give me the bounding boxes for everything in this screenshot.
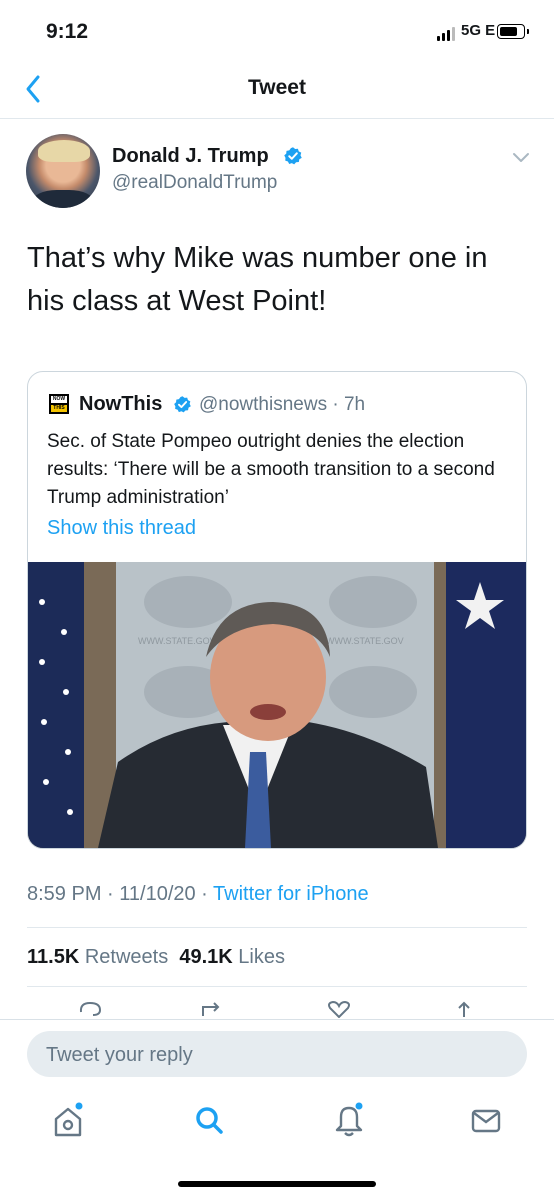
nav-divider [0,118,554,119]
messages-icon [471,1109,501,1133]
tab-home[interactable] [52,1102,84,1138]
battery-icon [497,24,529,39]
chevron-down-icon[interactable] [511,151,531,165]
tweet-meta: 8:59 PM · 11/10/20 · Twitter for iPhone [27,883,369,906]
quoted-tweet-card[interactable]: NOW THIS NowThis @nowthisnews · 7h Sec. … [27,371,527,849]
backdrop-text: WWW.STATE.GOV [326,636,404,646]
nowthis-logo: NOW THIS [49,394,69,414]
reply-composer[interactable] [27,1031,527,1079]
author-name[interactable]: Donald J. Trump [112,145,269,168]
tweet-text: That’s why Mike was number one in his cl… [27,242,488,317]
cellular-signal-icon [437,27,457,41]
notifications-icon [335,1102,363,1137]
quoted-media-image[interactable]: WWW.STATE.GOV WWW.STATE.GOV [28,562,526,848]
meta-divider [27,927,527,928]
home-indicator [178,1181,376,1187]
reply-input[interactable] [44,1031,508,1079]
press-briefing-photo: WWW.STATE.GOV WWW.STATE.GOV [28,562,526,848]
show-thread-link[interactable]: Show this thread [47,517,196,540]
retweets-label[interactable]: Retweets [85,946,168,968]
network-type: 5G E [461,22,496,39]
verified-badge-icon [284,147,302,165]
tab-notifications[interactable] [333,1102,365,1138]
tab-search[interactable] [193,1102,225,1138]
likes-count[interactable]: 49.1K [179,946,232,968]
retweets-count[interactable]: 11.5K [27,946,79,968]
backdrop-text: WWW.STATE.GOV [138,636,216,646]
reply-icon[interactable] [77,1000,103,1018]
quoted-tweet-text: Sec. of State Pompeo outright denies the… [47,431,495,508]
quoted-handle-time: @nowthisnews · 7h [199,394,366,415]
tweet-timestamp: 8:59 PM · 11/10/20 · [27,883,214,905]
search-icon [196,1107,223,1134]
page-title: Tweet [248,76,306,99]
author-handle[interactable]: @realDonaldTrump [112,172,277,194]
engagement-stats: 11.5K Retweets 49.1K Likes [27,946,285,969]
verified-badge-icon [174,396,191,413]
like-icon[interactable] [326,1000,352,1018]
likes-label[interactable]: Likes [238,946,285,968]
avatar[interactable] [26,134,100,208]
status-time: 9:12 [46,20,89,43]
quoted-author-name: NowThis [79,393,163,415]
share-icon[interactable] [451,1000,477,1018]
tab-messages[interactable] [470,1102,502,1138]
home-icon [54,1102,83,1137]
tweet-source-link[interactable]: Twitter for iPhone [213,883,369,905]
retweet-icon[interactable] [200,1000,226,1018]
stats-divider [27,986,527,987]
